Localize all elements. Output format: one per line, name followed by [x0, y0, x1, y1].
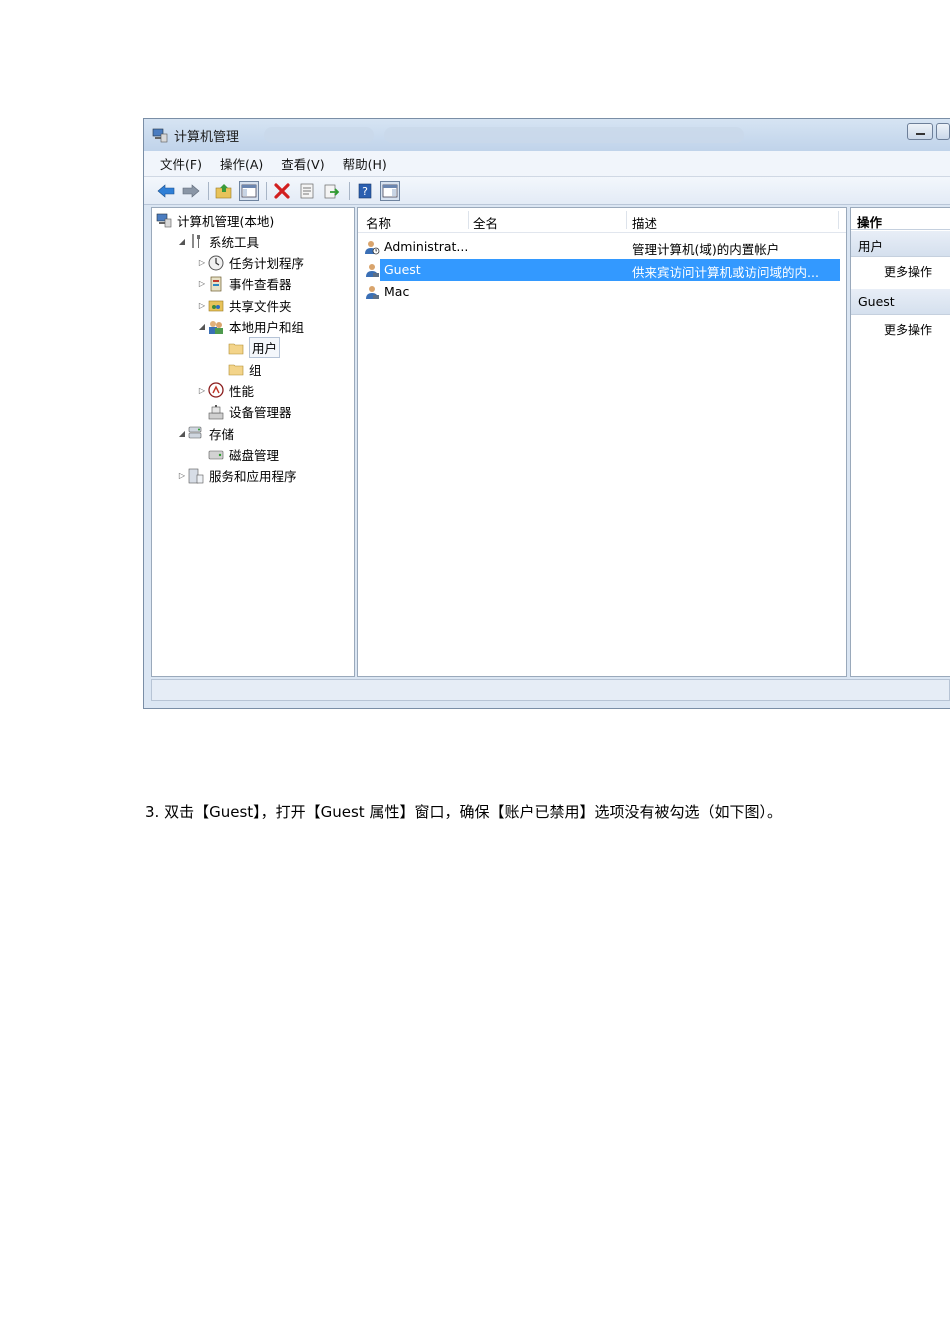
clock-icon	[208, 255, 224, 271]
properties-icon[interactable]	[297, 181, 317, 201]
computer-management-icon	[152, 127, 168, 143]
system-tools-icon	[188, 233, 204, 249]
actions-pane: 操作 用户 更多操作 Guest 更多操作	[850, 207, 950, 677]
column-description[interactable]: 描述	[632, 213, 657, 232]
user-icon	[364, 284, 380, 300]
instruction-step-3: 3. 双击【Guest】，打开【Guest 属性】窗口，确保【账户已禁用】选项没…	[145, 803, 782, 821]
tree-item-label: 共享文件夹	[229, 298, 292, 314]
toolbar: ?	[144, 177, 950, 205]
status-bar	[151, 679, 950, 701]
tree-item-label: 性能	[229, 383, 255, 399]
tree-item[interactable]: ▷ 事件查看器	[196, 274, 292, 294]
svg-text:?: ?	[362, 185, 368, 198]
tree-item[interactable]: ◢ 存储	[176, 423, 234, 443]
console-tree: 计算机管理(本地) ◢ 系统工具 ▷ 任务计划程序 ▷ 事件查看器 ▷ 共享文件夹 ◢ 本地用户和组…	[151, 207, 355, 677]
user-name: Mac	[384, 284, 410, 299]
computer-management-icon	[156, 212, 172, 228]
tree-item-label: 计算机管理(本地)	[177, 213, 275, 229]
tree-item-label: 本地用户和组	[229, 320, 305, 335]
tree-item[interactable]: 设备管理器	[196, 402, 292, 422]
menu-action[interactable]: 操作(A)	[220, 154, 263, 173]
tree-item[interactable]: 磁盘管理	[196, 444, 279, 464]
actions-header: 操作	[851, 208, 950, 230]
admin-user-icon	[364, 239, 380, 255]
user-name: Guest	[384, 261, 421, 277]
tree-item[interactable]: ▷ 服务和应用程序	[176, 466, 297, 486]
forward-arrow-icon[interactable]	[181, 181, 201, 201]
user-row[interactable]: Mac	[362, 281, 840, 303]
user-row[interactable]: Guest 供来宾访问计算机或访问域的内...	[362, 258, 840, 281]
expanded-arrow-icon[interactable]: ◢	[176, 429, 188, 438]
actions-section-users[interactable]: 用户	[851, 231, 950, 257]
menu-help[interactable]: 帮助(H)	[343, 154, 387, 173]
tree-item[interactable]: 计算机管理(本地)	[156, 210, 274, 230]
menu-file[interactable]: 文件(F)	[160, 154, 202, 173]
more-actions-guest[interactable]: 更多操作	[884, 321, 932, 338]
tree-item[interactable]: 用户	[216, 337, 281, 359]
list-header: 名称 全名 描述	[358, 208, 846, 233]
up-folder-icon[interactable]	[214, 181, 234, 201]
maximize-button[interactable]	[936, 123, 950, 140]
services-icon	[188, 468, 204, 484]
device-manager-icon	[208, 404, 224, 420]
expanded-arrow-icon[interactable]: ◢	[176, 237, 188, 246]
user-icon	[364, 262, 380, 278]
help-icon[interactable]: ?	[355, 181, 375, 201]
collapsed-arrow-icon[interactable]: ▷	[196, 279, 208, 288]
title-bar: 计算机管理	[144, 119, 950, 151]
menu-bar: 文件(F) 操作(A) 查看(V) 帮助(H)	[144, 151, 950, 177]
collapsed-arrow-icon[interactable]: ▷	[196, 301, 208, 310]
more-actions-users[interactable]: 更多操作	[884, 263, 932, 280]
tree-item-label: 任务计划程序	[229, 256, 305, 272]
user-description: 供来宾访问计算机或访问域的内...	[632, 264, 819, 280]
user-row[interactable]: Administrat... 管理计算机(域)的内置帐户	[362, 236, 840, 258]
shared-folder-icon	[208, 297, 224, 313]
storage-icon	[188, 425, 204, 441]
tree-item-label: 系统工具	[209, 234, 260, 250]
tree-item-label: 存储	[209, 426, 235, 442]
tree-item[interactable]: ◢ 系统工具	[176, 231, 259, 251]
tree-item[interactable]: ▷ 共享文件夹	[196, 295, 292, 315]
collapsed-arrow-icon[interactable]: ▷	[196, 386, 208, 395]
back-arrow-icon[interactable]	[156, 181, 176, 201]
tree-item[interactable]: 组	[216, 359, 262, 379]
folder-icon	[228, 340, 244, 356]
tree-item[interactable]: ◢ 本地用户和组	[196, 317, 304, 337]
show-hide-action-pane-icon[interactable]	[380, 180, 400, 201]
user-description: 管理计算机(域)的内置帐户	[632, 242, 780, 257]
column-fullname[interactable]: 全名	[473, 213, 498, 232]
tree-item[interactable]: ▷ 性能	[196, 380, 254, 400]
delete-icon[interactable]	[272, 181, 292, 201]
user-list: 名称 全名 描述 Administrat... 管理计算机(域)的内置帐户 Gues…	[357, 207, 847, 677]
users-groups-icon	[208, 319, 224, 335]
tree-item-label: 组	[249, 362, 262, 378]
tree-item-label: 事件查看器	[229, 277, 292, 293]
tree-item[interactable]: ▷ 任务计划程序	[196, 253, 304, 273]
user-name: Administrat...	[384, 239, 469, 254]
menu-view[interactable]: 查看(V)	[281, 154, 324, 173]
expanded-arrow-icon[interactable]: ◢	[196, 322, 208, 331]
performance-icon	[208, 382, 224, 399]
window-title: 计算机管理	[174, 130, 240, 145]
event-viewer-icon	[208, 276, 224, 292]
disk-icon	[208, 446, 224, 462]
collapsed-arrow-icon[interactable]: ▷	[176, 471, 188, 480]
tree-item-label: 用户	[249, 337, 281, 359]
show-hide-tree-icon[interactable]	[239, 180, 259, 201]
computer-management-window: 计算机管理 文件(F) 操作(A) 查看(V) 帮助(H) ? 计算机管理(本地…	[143, 118, 950, 709]
minimize-button[interactable]	[907, 123, 933, 140]
column-name[interactable]: 名称	[366, 213, 391, 232]
collapsed-arrow-icon[interactable]: ▷	[196, 258, 208, 267]
actions-section-guest[interactable]: Guest	[851, 289, 950, 315]
export-icon[interactable]	[322, 181, 342, 201]
tree-item-label: 设备管理器	[229, 405, 292, 421]
tree-item-label: 服务和应用程序	[209, 469, 297, 485]
tree-item-label: 磁盘管理	[229, 447, 280, 463]
folder-icon	[228, 361, 244, 377]
